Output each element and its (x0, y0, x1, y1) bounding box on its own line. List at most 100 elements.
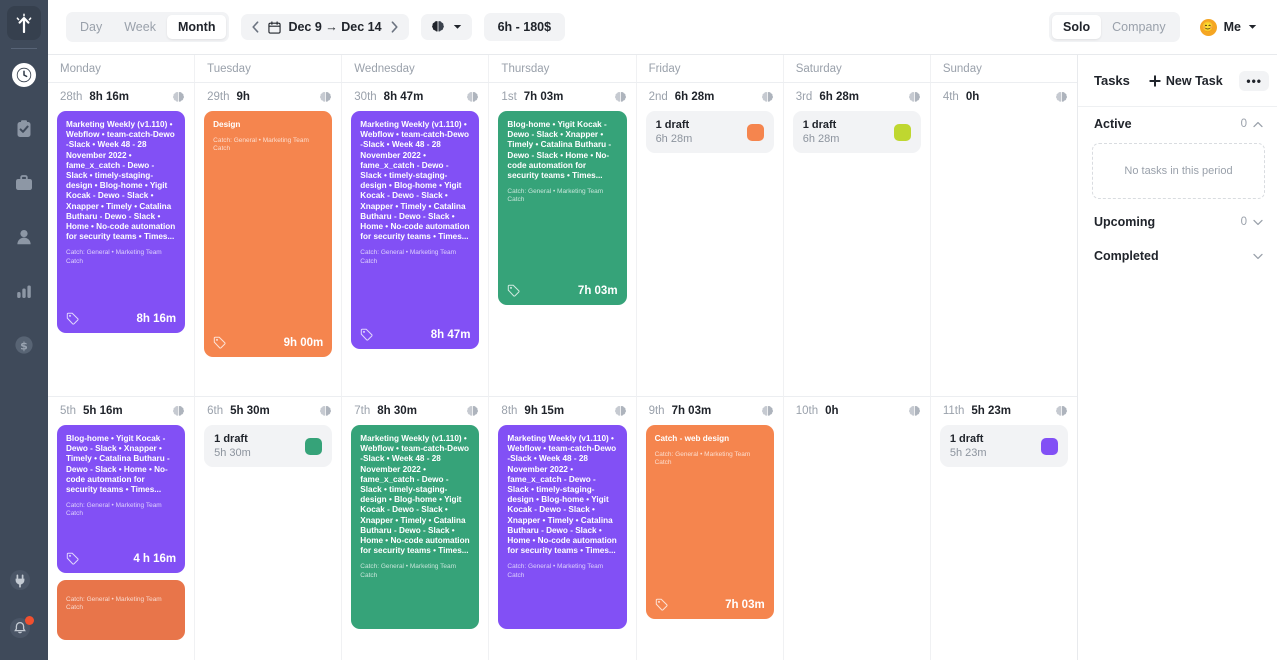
day-number: 11th (943, 405, 965, 417)
tag-icon[interactable] (655, 598, 668, 611)
draft-entry[interactable]: 1 draft6h 28m (646, 111, 774, 153)
draft-color-swatch (747, 124, 764, 141)
memory-source-dropdown[interactable] (421, 14, 472, 40)
time-entry-card[interactable]: DesignCatch: General • Marketing Team Ca… (204, 111, 332, 357)
brain-icon[interactable] (1055, 91, 1068, 104)
day-column[interactable]: 11th5h 23m1 draft5h 23m (931, 397, 1077, 660)
tag-icon[interactable] (66, 552, 79, 565)
tag-icon[interactable] (213, 336, 226, 349)
rail-item-notifications[interactable] (0, 606, 40, 650)
day-total-hours: 0h (825, 405, 838, 417)
day-number: 1st (501, 91, 516, 103)
day-total-hours: 8h 47m (384, 91, 424, 103)
view-mode-month[interactable]: Month (167, 15, 226, 39)
brain-icon[interactable] (614, 405, 627, 418)
brain-icon[interactable] (1055, 405, 1068, 418)
brain-icon[interactable] (172, 91, 185, 104)
chevron-down-icon[interactable] (1253, 253, 1263, 260)
day-column[interactable]: 2nd6h 28m1 draft6h 28m (637, 83, 784, 397)
scope-company[interactable]: Company (1101, 15, 1177, 39)
view-mode-day[interactable]: Day (69, 15, 113, 39)
draft-entry[interactable]: 1 draft5h 30m (204, 425, 332, 467)
more-horizontal-icon[interactable]: ••• (1239, 71, 1269, 91)
chevron-down-icon (1248, 24, 1257, 30)
day-column[interactable]: 1st7h 03mBlog-home • Yigit Kocak - Dewo … (489, 83, 636, 397)
day-entries: Marketing Weekly (v1.110) • Webflow • te… (489, 425, 635, 660)
entry-title: Marketing Weekly (v1.110) • Webflow • te… (360, 434, 470, 556)
day-number: 9th (649, 405, 665, 417)
chevron-down-icon[interactable] (1253, 219, 1263, 226)
day-entries (931, 111, 1077, 396)
brain-icon[interactable] (319, 91, 332, 104)
rate-pill[interactable]: 6h - 180$ (484, 13, 566, 41)
tasks-empty-text: No tasks in this period (1124, 165, 1232, 177)
new-task-button[interactable]: New Task (1142, 69, 1230, 93)
time-entry-card[interactable]: Marketing Weekly (v1.110) • Webflow • te… (498, 425, 626, 629)
brain-icon[interactable] (614, 91, 627, 104)
time-entry-card[interactable]: Blog-home • Yigit Kocak - Dewo - Slack •… (57, 425, 185, 573)
day-column[interactable]: 7th8h 30mMarketing Weekly (v1.110) • Web… (342, 397, 489, 660)
entry-title: Marketing Weekly (v1.110) • Webflow • te… (66, 120, 176, 242)
day-column[interactable]: 5th5h 16mBlog-home • Yigit Kocak - Dewo … (48, 397, 195, 660)
rail-item-billing[interactable]: $ (4, 323, 44, 367)
day-column[interactable]: 28th8h 16mMarketing Weekly (v1.110) • We… (48, 83, 195, 397)
task-section-completed[interactable]: Completed (1078, 239, 1277, 273)
day-column[interactable]: 4th0h (931, 83, 1077, 397)
date-range-label[interactable]: Dec 9 → Dec 14 (288, 20, 381, 34)
time-entry-card[interactable]: Catch: General • Marketing Team Catch (57, 580, 185, 640)
brain-icon[interactable] (761, 405, 774, 418)
day-column[interactable]: 8th9h 15mMarketing Weekly (v1.110) • Web… (489, 397, 636, 660)
task-section-upcoming[interactable]: Upcoming0 (1078, 205, 1277, 239)
tag-icon[interactable] (507, 284, 520, 297)
rail-item-people[interactable] (4, 215, 44, 259)
time-entry-card[interactable]: Marketing Weekly (v1.110) • Webflow • te… (351, 425, 479, 629)
app-logo[interactable] (7, 6, 41, 40)
chevron-up-icon[interactable] (1253, 121, 1263, 128)
brain-icon[interactable] (466, 405, 479, 418)
day-column[interactable]: 9th7h 03mCatch - web designCatch: Genera… (637, 397, 784, 660)
time-entry-card[interactable]: Marketing Weekly (v1.110) • Webflow • te… (57, 111, 185, 333)
brain-icon[interactable] (908, 405, 921, 418)
main-area: Day Week Month Dec 9 → Dec 14 (48, 0, 1277, 660)
chevron-down-icon (453, 24, 462, 30)
entry-title: Blog-home • Yigit Kocak - Dewo - Slack •… (66, 434, 176, 495)
day-column[interactable]: 10th0h (784, 397, 931, 660)
brain-icon[interactable] (761, 91, 774, 104)
brain-icon[interactable] (172, 405, 185, 418)
draft-entry[interactable]: 1 draft5h 23m (940, 425, 1068, 467)
time-entry-card[interactable]: Catch - web designCatch: General • Marke… (646, 425, 774, 619)
tag-icon[interactable] (360, 328, 373, 341)
day-number: 7th (354, 405, 370, 417)
view-mode-week[interactable]: Week (113, 15, 167, 39)
brain-icon[interactable] (466, 91, 479, 104)
time-entry-card[interactable]: Marketing Weekly (v1.110) • Webflow • te… (351, 111, 479, 349)
day-header: 30th8h 47m (342, 83, 488, 111)
brain-icon[interactable] (319, 405, 332, 418)
notification-badge-dot (25, 616, 34, 625)
user-menu[interactable]: 😊 Me (1192, 13, 1263, 42)
rail-item-tasks[interactable] (4, 107, 44, 151)
rail-item-reports[interactable] (4, 269, 44, 313)
day-column[interactable]: 6th5h 30m1 draft5h 30m (195, 397, 342, 660)
day-total-hours: 6h 28m (675, 91, 715, 103)
briefcase-icon (14, 173, 34, 193)
day-of-week-saturday: Saturday (784, 55, 931, 82)
draft-entry[interactable]: 1 draft6h 28m (793, 111, 921, 153)
draft-text: 1 draft6h 28m (803, 119, 840, 145)
rail-item-time-tracking[interactable] (4, 53, 44, 97)
draft-count-label: 1 draft (950, 433, 987, 445)
prev-period-button[interactable] (250, 21, 261, 33)
next-period-button[interactable] (389, 21, 400, 33)
rail-item-projects[interactable] (4, 161, 44, 205)
tag-icon[interactable] (66, 312, 79, 325)
day-of-week-label: Saturday (796, 63, 842, 75)
day-column[interactable]: 3rd6h 28m1 draft6h 28m (784, 83, 931, 397)
scope-solo[interactable]: Solo (1052, 15, 1101, 39)
task-section-active[interactable]: Active0 (1078, 107, 1277, 141)
rail-item-integrations[interactable] (0, 558, 40, 602)
day-of-week-label: Tuesday (207, 63, 251, 75)
day-column[interactable]: 29th9hDesignCatch: General • Marketing T… (195, 83, 342, 397)
time-entry-card[interactable]: Blog-home • Yigit Kocak - Dewo - Slack •… (498, 111, 626, 305)
day-column[interactable]: 30th8h 47mMarketing Weekly (v1.110) • We… (342, 83, 489, 397)
brain-icon[interactable] (908, 91, 921, 104)
